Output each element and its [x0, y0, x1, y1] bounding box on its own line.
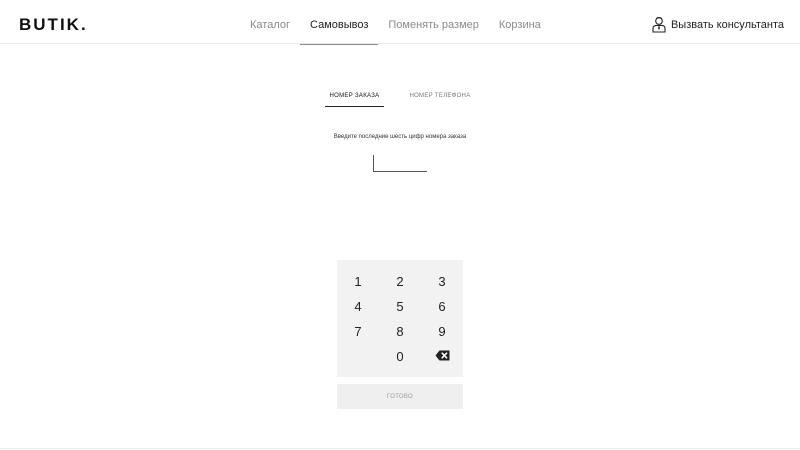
keypad-key-1[interactable]: 1 — [337, 269, 379, 294]
keypad-backspace-button[interactable] — [421, 344, 463, 369]
keypad-key-4[interactable]: 4 — [337, 294, 379, 319]
page: BUTIK. Каталог Самовывоз Поменять размер… — [0, 0, 800, 450]
logo[interactable]: BUTIK. — [19, 15, 88, 35]
nav-item-change-size[interactable]: Поменять размер — [378, 0, 489, 44]
done-button[interactable]: ГОТОВО — [337, 384, 463, 409]
keypad-empty-slot — [337, 344, 379, 369]
keypad-key-7[interactable]: 7 — [337, 319, 379, 344]
keypad-key-6[interactable]: 6 — [421, 294, 463, 319]
order-code-input[interactable] — [373, 154, 427, 172]
footer-divider — [0, 448, 800, 449]
tab-phone-number[interactable]: НОМЕР ТЕЛЕФОНА — [404, 90, 475, 107]
nav-item-catalog[interactable]: Каталог — [240, 0, 300, 44]
backspace-icon — [435, 349, 450, 364]
call-consultant-button[interactable]: Вызвать консультанта — [652, 16, 784, 33]
text-caret — [373, 155, 374, 171]
nav-item-cart[interactable]: Корзина — [489, 0, 551, 44]
numeric-keypad: 1 2 3 4 5 6 7 8 9 0 — [337, 260, 463, 377]
keypad-key-9[interactable]: 9 — [421, 319, 463, 344]
call-consultant-label: Вызвать консультанта — [670, 18, 784, 31]
header: BUTIK. Каталог Самовывоз Поменять размер… — [0, 0, 800, 45]
keypad-key-3[interactable]: 3 — [421, 269, 463, 294]
main-nav: Каталог Самовывоз Поменять размер Корзин… — [240, 0, 551, 45]
nav-item-pickup[interactable]: Самовывоз — [300, 0, 379, 45]
consultant-person-icon — [652, 16, 666, 33]
tab-order-number[interactable]: НОМЕР ЗАКАЗА — [324, 90, 385, 107]
keypad-key-2[interactable]: 2 — [379, 269, 421, 294]
keypad-key-0[interactable]: 0 — [379, 344, 421, 369]
lookup-tabs: НОМЕР ЗАКАЗА НОМЕР ТЕЛЕФОНА — [0, 90, 800, 107]
keypad-key-5[interactable]: 5 — [379, 294, 421, 319]
keypad-key-8[interactable]: 8 — [379, 319, 421, 344]
order-code-prompt: Введите последние шесть цифр номера зака… — [333, 134, 467, 140]
